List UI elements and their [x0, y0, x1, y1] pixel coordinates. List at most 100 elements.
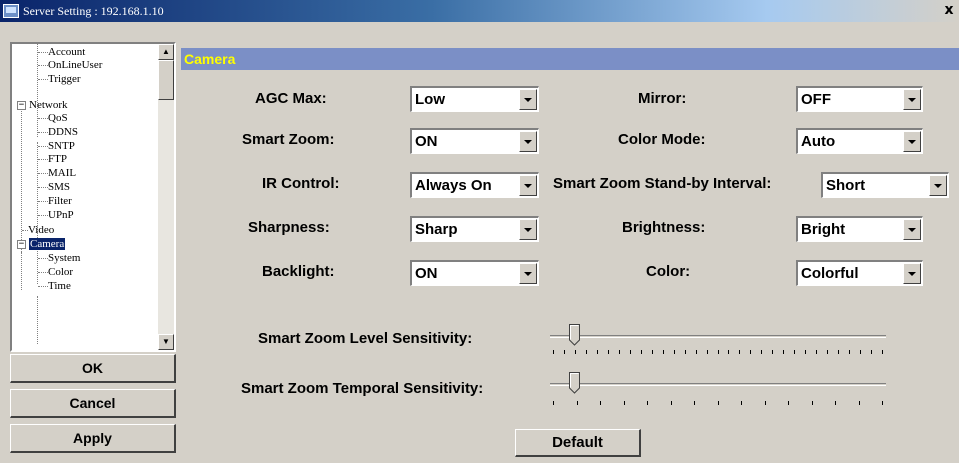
tree-item-upnp[interactable]: UPnP [38, 209, 74, 221]
ir-control-select[interactable]: Always On [410, 172, 539, 198]
slider-tick [783, 350, 784, 354]
sharpness-select[interactable]: Sharp [410, 216, 539, 242]
standby-interval-select[interactable]: Short [821, 172, 949, 198]
tree-item-color[interactable]: Color [38, 266, 73, 278]
ok-button[interactable]: OK [10, 354, 176, 383]
agc-max-select[interactable]: Low [410, 86, 539, 112]
color-select[interactable]: Colorful [796, 260, 923, 286]
scroll-down-arrow-icon[interactable]: ▼ [158, 334, 174, 350]
default-button[interactable]: Default [515, 429, 641, 457]
slider-tick [739, 350, 740, 354]
chevron-down-icon[interactable] [519, 263, 537, 284]
chevron-down-icon[interactable] [903, 263, 921, 284]
backlight-select[interactable]: ON [410, 260, 539, 286]
chevron-down-icon[interactable] [519, 219, 537, 240]
chevron-down-icon[interactable] [903, 219, 921, 240]
app-icon [3, 4, 19, 18]
mirror-label: Mirror: [638, 90, 687, 107]
mirror-value: OFF [801, 91, 831, 108]
brightness-label: Brightness: [622, 219, 706, 236]
slider-tick [718, 401, 719, 405]
sharpness-value: Sharp [415, 221, 458, 238]
slider-tick [761, 350, 762, 354]
color-mode-label: Color Mode: [618, 131, 706, 148]
slider-tick [597, 350, 598, 354]
settings-tree[interactable]: Account OnLineUser Trigger − Network QoS… [10, 42, 176, 352]
ir-control-value: Always On [415, 177, 492, 194]
collapse-camera-icon[interactable]: − [17, 240, 26, 249]
chevron-down-icon[interactable] [903, 89, 921, 110]
temporal-sensitivity-thumb[interactable] [569, 372, 580, 394]
slider-tick [860, 350, 861, 354]
close-button[interactable]: x [941, 2, 957, 18]
tree-item-onlineuser[interactable]: OnLineUser [38, 59, 102, 71]
slider-tick [871, 350, 872, 354]
scroll-thumb[interactable] [158, 60, 174, 100]
sharpness-label: Sharpness: [248, 219, 330, 236]
slider-tick [696, 350, 697, 354]
level-sensitivity-track[interactable] [550, 335, 886, 338]
slider-tick [575, 350, 576, 354]
slider-tick [624, 401, 625, 405]
chevron-down-icon[interactable] [929, 175, 947, 196]
temporal-sensitivity-track[interactable] [550, 383, 886, 386]
brightness-select[interactable]: Bright [796, 216, 923, 242]
slider-tick [600, 401, 601, 405]
tree-item-filter[interactable]: Filter [38, 195, 72, 207]
slider-tick [882, 401, 883, 405]
slider-tick [608, 350, 609, 354]
standby-interval-label: Smart Zoom Stand-by Interval: [553, 175, 772, 192]
cancel-button[interactable]: Cancel [10, 389, 176, 418]
panel-title: Camera [181, 48, 959, 70]
tree-item-qos[interactable]: QoS [38, 112, 68, 124]
color-mode-select[interactable]: Auto [796, 128, 923, 154]
slider-tick [788, 401, 789, 405]
temporal-sensitivity-ticks [553, 401, 883, 406]
tree-scrollbar[interactable]: ▲ ▼ [158, 44, 174, 350]
mirror-select[interactable]: OFF [796, 86, 923, 112]
smart-zoom-select[interactable]: ON [410, 128, 539, 154]
tree-item-network[interactable]: Network [29, 99, 68, 111]
color-label: Color: [646, 263, 691, 280]
title-bar: Server Setting : 192.168.1.10 x [0, 0, 959, 22]
tree-item-mail[interactable]: MAIL [38, 167, 76, 179]
tree-item-sntp[interactable]: SNTP [38, 140, 75, 152]
tree-item-camera[interactable]: Camera [29, 238, 66, 250]
tree-item-account[interactable]: Account [38, 46, 85, 58]
tree-item-time[interactable]: Time [38, 280, 71, 292]
level-sensitivity-label: Smart Zoom Level Sensitivity: [258, 330, 473, 347]
slider-tick [707, 350, 708, 354]
level-sensitivity-thumb[interactable] [569, 324, 580, 346]
collapse-network-icon[interactable]: − [17, 101, 26, 110]
slider-tick [647, 401, 648, 405]
tree-item-trigger[interactable]: Trigger [38, 73, 81, 85]
tree-item-system[interactable]: System [38, 252, 80, 264]
apply-button[interactable]: Apply [10, 424, 176, 453]
scroll-up-arrow-icon[interactable]: ▲ [158, 44, 174, 60]
slider-tick [586, 350, 587, 354]
chevron-down-icon[interactable] [519, 131, 537, 152]
tree-content: Account OnLineUser Trigger − Network QoS… [12, 44, 160, 350]
slider-tick [641, 350, 642, 354]
tree-item-ddns[interactable]: DDNS [38, 126, 78, 138]
slider-tick [765, 401, 766, 405]
slider-tick [741, 401, 742, 405]
color-mode-value: Auto [801, 133, 836, 150]
level-sensitivity-ticks [553, 350, 883, 355]
chevron-down-icon[interactable] [519, 175, 537, 196]
agc-max-value: Low [415, 91, 445, 108]
slider-tick [838, 350, 839, 354]
slider-tick [577, 401, 578, 405]
chevron-down-icon[interactable] [903, 131, 921, 152]
chevron-down-icon[interactable] [519, 89, 537, 110]
slider-tick [812, 401, 813, 405]
temporal-sensitivity-label: Smart Zoom Temporal Sensitivity: [241, 380, 484, 397]
tree-item-sms[interactable]: SMS [38, 181, 70, 193]
tree-item-video[interactable]: Video [22, 224, 54, 236]
slider-tick [882, 350, 883, 354]
slider-tick [849, 350, 850, 354]
tree-item-ftp[interactable]: FTP [38, 153, 67, 165]
slider-tick [694, 401, 695, 405]
slider-tick [794, 350, 795, 354]
agc-max-label: AGC Max: [255, 90, 327, 107]
